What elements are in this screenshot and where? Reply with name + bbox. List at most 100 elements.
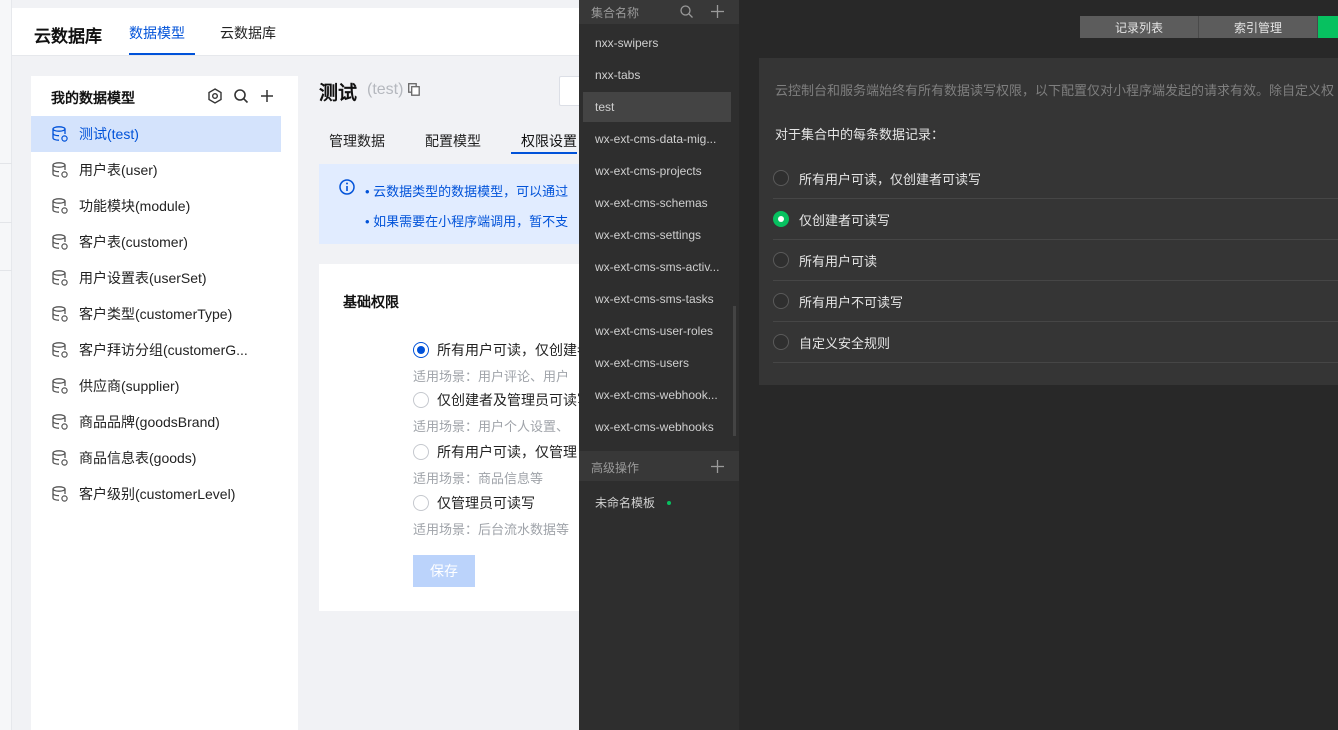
model-item-label: 功能模块(module) xyxy=(79,198,191,214)
model-item-label: 用户表(user) xyxy=(79,162,158,178)
permission-option[interactable]: 所有用户不可读写 xyxy=(773,281,1338,322)
option-label: 所有用户不可读写 xyxy=(799,294,904,310)
radio-unchecked[interactable] xyxy=(773,334,789,350)
permission-option[interactable]: 仅创建者及管理员可读写 xyxy=(413,390,579,410)
status-dot xyxy=(667,500,672,505)
model-item-user[interactable]: 用户表(user) xyxy=(31,152,281,188)
tab-manage-data[interactable]: 管理数据 xyxy=(329,131,385,151)
active-subtab-indicator xyxy=(511,152,577,154)
permission-option[interactable]: 所有用户可读 xyxy=(773,240,1338,281)
search-icon[interactable] xyxy=(679,4,694,19)
database-icon xyxy=(52,414,68,430)
record-heading: 对于集合中的每条数据记录： xyxy=(775,127,945,142)
info-line: • 如果需要在小程序端调用，暂不支 xyxy=(365,214,569,229)
radio-unchecked[interactable] xyxy=(773,293,789,309)
settings-icon[interactable] xyxy=(206,87,224,105)
model-item-customertype[interactable]: 客户类型(customerType) xyxy=(31,296,281,332)
permission-option[interactable]: 仅创建者可读写 xyxy=(773,199,1338,240)
collection-item[interactable]: wx-ext-cms-user-roles xyxy=(583,316,731,346)
tab-permission-settings[interactable]: 权限设置 xyxy=(521,131,577,151)
option-label: 所有用户可读，仅创建者可读写 xyxy=(799,171,982,187)
database-icon xyxy=(52,450,68,466)
model-item-label: 用户设置表(userSet) xyxy=(79,270,207,286)
permission-option[interactable]: 所有用户可读，仅管理 xyxy=(413,442,579,462)
model-item-goodsbrand[interactable]: 商品品牌(goodsBrand) xyxy=(31,404,281,440)
model-item-customergroup[interactable]: 客户拜访分组(customerG... xyxy=(31,332,281,368)
model-item-customer[interactable]: 客户表(customer) xyxy=(31,224,281,260)
database-icon xyxy=(52,198,68,214)
option-hint: 适用场景：用户个人设置、 xyxy=(413,419,570,434)
page-title: 测试 xyxy=(319,83,358,104)
model-item-module[interactable]: 功能模块(module) xyxy=(31,188,281,224)
add-icon[interactable] xyxy=(258,87,276,105)
tab-config-model[interactable]: 配置模型 xyxy=(425,131,481,151)
collection-item[interactable]: nxx-tabs xyxy=(583,60,731,90)
collection-header: 集合名称 xyxy=(579,0,739,24)
collection-item[interactable]: nxx-swipers xyxy=(583,28,731,58)
add-icon[interactable] xyxy=(710,459,725,474)
active-tab-indicator xyxy=(129,53,195,55)
permission-option[interactable]: 自定义安全规则 xyxy=(773,322,1338,363)
database-icon xyxy=(52,126,68,142)
model-item-label: 客户表(customer) xyxy=(79,234,188,250)
collection-item[interactable]: wx-ext-cms-webhooks xyxy=(583,412,731,442)
search-icon[interactable] xyxy=(232,87,250,105)
model-item-label: 客户级别(customerLevel) xyxy=(79,486,236,502)
model-item-label: 商品品牌(goodsBrand) xyxy=(79,414,220,430)
save-button[interactable]: 保存 xyxy=(413,555,475,587)
copy-icon[interactable] xyxy=(408,83,420,96)
model-item-goods[interactable]: 商品信息表(goods) xyxy=(31,440,281,476)
model-item-test[interactable]: 测试(test) xyxy=(31,116,281,152)
tab-permission-active[interactable] xyxy=(1318,16,1338,38)
left-edge-strip xyxy=(0,0,12,730)
basic-permission-title: 基础权限 xyxy=(343,294,399,310)
info-icon xyxy=(339,179,355,195)
collection-item[interactable]: wx-ext-cms-sms-activ... xyxy=(583,252,731,282)
model-list: 测试(test) 用户表(user) 功能模块(module) 客户表(cust… xyxy=(31,116,281,512)
collection-item[interactable]: wx-ext-cms-webhook... xyxy=(583,380,731,410)
radio-unchecked[interactable] xyxy=(413,444,429,460)
option-label: 仅管理员可读写 xyxy=(437,495,535,511)
tab-cloud-database[interactable]: 云数据库 xyxy=(220,23,276,43)
permission-settings-panel: 云控制台和服务端始终有所有数据读写权限，以下配置仅对小程序端发起的请求有效。除自… xyxy=(759,58,1338,385)
database-icon xyxy=(52,378,68,394)
collection-item[interactable]: wx-ext-cms-projects xyxy=(583,156,731,186)
info-notice: • 云数据类型的数据模型，可以通过 • 如果需要在小程序端调用，暂不支 xyxy=(319,164,579,244)
collection-item[interactable]: wx-ext-cms-settings xyxy=(583,220,731,250)
template-item[interactable]: 未命名模板 xyxy=(595,494,672,511)
option-label: 所有用户可读，仅创建者 xyxy=(437,342,579,358)
add-icon[interactable] xyxy=(710,4,725,19)
option-label: 仅创建者可读写 xyxy=(799,212,891,228)
tab-record-list[interactable]: 记录列表 xyxy=(1080,16,1199,38)
database-icon xyxy=(52,486,68,502)
radio-unchecked[interactable] xyxy=(773,252,789,268)
radio-checked[interactable] xyxy=(413,342,429,358)
model-item-supplier[interactable]: 供应商(supplier) xyxy=(31,368,281,404)
database-icon xyxy=(52,234,68,250)
collection-item-selected[interactable]: test xyxy=(583,92,731,122)
model-item-label: 供应商(supplier) xyxy=(79,378,180,394)
tab-index-management[interactable]: 索引管理 xyxy=(1199,16,1318,38)
permission-option[interactable]: 所有用户可读，仅创建者 xyxy=(413,340,579,360)
database-icon xyxy=(52,162,68,178)
permission-option[interactable]: 所有用户可读，仅创建者可读写 xyxy=(773,158,1338,199)
radio-unchecked[interactable] xyxy=(773,170,789,186)
collection-item[interactable]: wx-ext-cms-users xyxy=(583,348,731,378)
option-hint: 适用场景：商品信息等 xyxy=(413,471,544,486)
radio-unchecked[interactable] xyxy=(413,495,429,511)
collection-item[interactable]: wx-ext-cms-sms-tasks xyxy=(583,284,731,314)
strip-divider xyxy=(0,270,12,271)
top-header: 云数据库 数据模型 云数据库 xyxy=(12,8,590,56)
scrollbar[interactable] xyxy=(733,306,736,436)
template-label: 未命名模板 xyxy=(595,496,656,510)
database-icon xyxy=(52,342,68,358)
permission-option[interactable]: 仅管理员可读写 xyxy=(413,493,579,513)
model-item-customerlevel[interactable]: 客户级别(customerLevel) xyxy=(31,476,281,512)
tab-data-model[interactable]: 数据模型 xyxy=(129,23,185,43)
strip-divider xyxy=(0,222,12,223)
radio-unchecked[interactable] xyxy=(413,392,429,408)
collection-item[interactable]: wx-ext-cms-schemas xyxy=(583,188,731,218)
collection-item[interactable]: wx-ext-cms-data-mig... xyxy=(583,124,731,154)
radio-checked[interactable] xyxy=(773,211,789,227)
model-item-userset[interactable]: 用户设置表(userSet) xyxy=(31,260,281,296)
